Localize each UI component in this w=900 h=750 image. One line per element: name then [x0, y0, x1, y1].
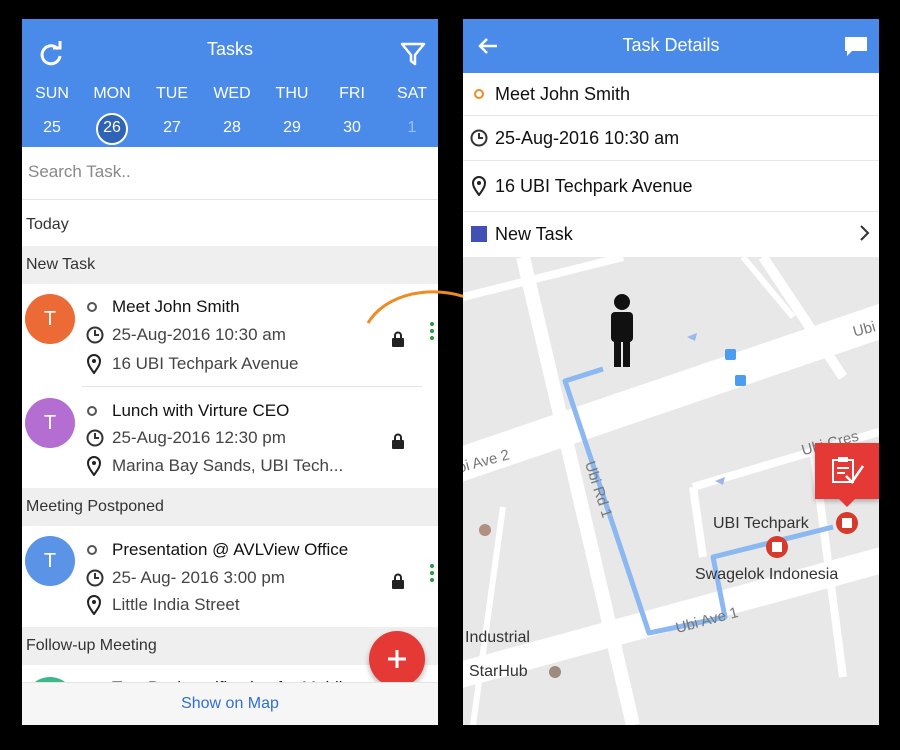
detail-title-row: Meet John Smith [463, 73, 879, 116]
task-location: 16 UBI Techpark Avenue [112, 354, 299, 373]
map-label-starhub: StarHub [469, 663, 528, 680]
task-location: Little India Street [112, 595, 240, 614]
location-pin-icon [86, 354, 106, 374]
day-date: 1 [407, 119, 417, 136]
chat-icon[interactable] [841, 31, 871, 61]
lock-icon [391, 433, 405, 454]
search-input[interactable] [26, 161, 410, 183]
show-on-map-link[interactable]: Show on Map [22, 682, 438, 725]
day-wed[interactable]: WED 28 [202, 83, 262, 145]
week-strip: SUN 25 MON 26 TUE 27 WED 28 THU 29 FRI 30 SAT 1 [22, 83, 438, 145]
day-mon[interactable]: MON 26 [82, 83, 142, 145]
chevron-right-icon [859, 224, 871, 247]
clock-icon [86, 326, 106, 344]
search-bar [22, 147, 438, 200]
page-title: Task Details [622, 35, 720, 55]
clock-icon [467, 129, 491, 147]
pointer-notch [839, 499, 855, 507]
avatar: T [25, 536, 75, 586]
status-square-icon [467, 225, 491, 243]
day-tue[interactable]: TUE 27 [142, 83, 202, 145]
section-today: Today [26, 216, 69, 233]
detail-status: New Task [495, 223, 573, 244]
add-task-button[interactable] [369, 631, 425, 687]
day-sat[interactable]: SAT 1 [382, 83, 438, 145]
status-dot-icon [86, 405, 106, 417]
clipboard-check-icon [832, 457, 865, 484]
section-meeting-postponed: Meeting Postponed [22, 488, 438, 526]
day-date: 30 [343, 119, 361, 136]
page-title: Tasks [206, 39, 253, 59]
avatar: T [25, 398, 75, 448]
plus-icon [388, 650, 406, 668]
clock-icon [86, 429, 106, 447]
day-date: 28 [223, 119, 241, 136]
task-location: Marina Bay Sands, UBI Tech... [112, 456, 344, 475]
task-datetime: 25- Aug- 2016 3:00 pm [112, 568, 285, 587]
task-title: Presentation @ AVLView Office [112, 540, 349, 559]
avatar: T [25, 294, 75, 344]
map-label-ubi-techpark: UBI Techpark [713, 515, 809, 532]
detail-datetime: 25-Aug-2016 10:30 am [495, 127, 680, 148]
day-sun[interactable]: SUN 25 [22, 83, 82, 145]
detail-location-row: 16 UBI Techpark Avenue [463, 161, 879, 212]
day-date: 25 [43, 119, 61, 136]
detail-status-row[interactable]: New Task [463, 212, 879, 256]
tasks-screen: Tasks SUN 25 MON 26 TUE 27 WED 28 THU 29 FRI 3… [22, 19, 438, 725]
filter-icon[interactable] [398, 39, 428, 69]
location-pin-icon [86, 595, 106, 615]
task-datetime: 25-Aug-2016 10:30 am [112, 325, 286, 344]
status-dot-icon [86, 544, 106, 556]
map-label-industrial: i Industrial [463, 629, 530, 646]
map-label-swagelok: Swagelok Indonesia [695, 566, 839, 583]
details-header: Task Details [463, 19, 879, 73]
day-date-selected: 26 [96, 113, 128, 145]
task-details-screen: Task Details Meet John Smith 25-Aug-2016… [463, 19, 879, 725]
location-pin-icon [467, 176, 491, 196]
detail-location: 16 UBI Techpark Avenue [495, 175, 693, 196]
tasks-header: Tasks SUN 25 MON 26 TUE 27 WED 28 THU 29 FRI 3… [22, 19, 438, 147]
person-icon [611, 294, 633, 367]
status-dot-icon [86, 301, 106, 313]
day-date: 27 [163, 119, 181, 136]
lock-icon [391, 573, 405, 594]
task-datetime: 25-Aug-2016 12:30 pm [112, 428, 286, 447]
location-pin-icon [86, 456, 106, 476]
task-item[interactable]: T Lunch with Virture CEO 25-Aug-2016 12:… [22, 388, 438, 488]
task-title: Lunch with Virture CEO [112, 401, 290, 420]
route-map[interactable]: oi Ave 2 Ubi Rd 1 Ubi Ave 1 Ubi Ubi Cres… [463, 257, 879, 725]
task-item[interactable]: T Presentation @ AVLView Office 25- Aug-… [22, 528, 438, 628]
more-menu-icon[interactable] [430, 564, 434, 585]
check-in-button[interactable] [815, 443, 879, 499]
task-title: Meet John Smith [112, 297, 240, 316]
day-date: 29 [283, 119, 301, 136]
detail-title: Meet John Smith [495, 83, 631, 104]
clock-icon [86, 569, 106, 587]
status-dot-icon [467, 88, 491, 100]
day-thu[interactable]: THU 29 [262, 83, 322, 145]
detail-datetime-row: 25-Aug-2016 10:30 am [463, 116, 879, 161]
day-fri[interactable]: FRI 30 [322, 83, 382, 145]
